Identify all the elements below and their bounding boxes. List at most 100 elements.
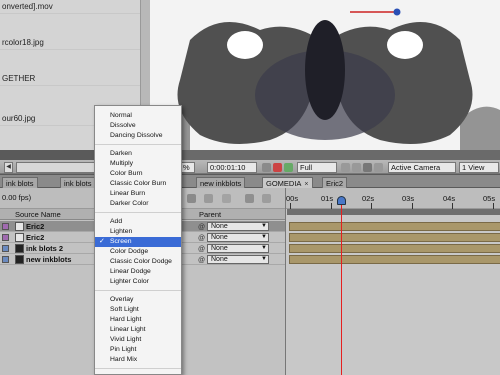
composition-viewer[interactable] [150, 0, 500, 150]
viewer-bottom-strip [150, 150, 500, 160]
layer-duration-bar[interactable] [289, 244, 500, 253]
layer-number [15, 222, 24, 231]
current-time-indicator[interactable] [337, 196, 346, 205]
menu-item-linear-burn[interactable]: Linear Burn [95, 189, 181, 199]
layer-thumbnail [15, 255, 24, 264]
ruler-label: 05s [483, 194, 496, 203]
menu-separator [95, 368, 181, 369]
view-select[interactable]: 1 View [459, 162, 499, 173]
menu-item-lighter-color[interactable]: Lighter Color [95, 277, 181, 287]
snapshot-icon[interactable] [262, 163, 271, 172]
layer-name[interactable]: new inkblots [26, 254, 71, 265]
chevron-down-icon: ▼ [261, 245, 267, 251]
menu-item-multiply[interactable]: Multiply [95, 159, 181, 169]
parent-select[interactable]: None ▼ [207, 222, 269, 231]
time-graph[interactable]: 00s 01s 02s 03s 04s 05s [285, 188, 500, 375]
label-color-swatch[interactable] [2, 223, 9, 230]
layer-name[interactable]: Eric2 [26, 221, 44, 232]
3d-icon[interactable] [374, 163, 383, 172]
ruler-label: 01s [321, 194, 334, 203]
menu-item-hard-light[interactable]: Hard Light [95, 315, 181, 325]
tab-new-inkblots[interactable]: new inkblots [196, 177, 246, 188]
project-item[interactable]: rcolor18.jpg [0, 36, 150, 50]
arrow-left-icon[interactable]: ◀ [4, 162, 13, 173]
tab-ink-blots[interactable]: ink blots [2, 177, 38, 188]
menu-item-linear-dodge[interactable]: Linear Dodge [95, 267, 181, 277]
layer-duration-bar[interactable] [289, 233, 500, 242]
parent-header[interactable]: Parent [199, 209, 221, 220]
menu-item-darken[interactable]: Darken [95, 149, 181, 159]
pickwhip-icon[interactable]: @ [198, 255, 205, 266]
camera-select[interactable]: Active Camera [388, 162, 456, 173]
parent-select[interactable]: None ▼ [207, 233, 269, 242]
menu-item-color-dodge[interactable]: Color Dodge [95, 247, 181, 257]
menu-item-darker-color[interactable]: Darker Color [95, 199, 181, 209]
inkblot-image [150, 0, 500, 150]
channel-icon[interactable] [284, 163, 293, 172]
brainstorm-icon[interactable] [245, 194, 254, 203]
layer-thumbnail [15, 244, 24, 253]
mask-icon[interactable] [363, 163, 372, 172]
chevron-down-icon: ▼ [261, 256, 267, 262]
menu-item-overlay[interactable]: Overlay [95, 295, 181, 305]
timeline-panel: 0.00 fps) Source Name Parent Eric2 @ Non… [0, 188, 500, 375]
menu-item-dancing-dissolve[interactable]: Dancing Dissolve [95, 131, 181, 141]
label-color-swatch[interactable] [2, 256, 9, 263]
timecode-display[interactable]: 0:00:01:10 [207, 162, 257, 173]
menu-item-add[interactable]: Add [95, 217, 181, 227]
tab-ink-blots-2[interactable]: ink blots [60, 177, 96, 188]
ruler-label: 03s [402, 194, 415, 203]
region-icon[interactable] [341, 163, 350, 172]
graph-editor-icon[interactable] [262, 194, 271, 203]
ruler-label: 02s [362, 194, 375, 203]
menu-separator [95, 290, 181, 291]
work-area-bar[interactable] [287, 209, 500, 215]
current-time-indicator-line[interactable] [341, 200, 342, 375]
project-item[interactable]: GETHER [0, 72, 150, 86]
menu-item-soft-light[interactable]: Soft Light [95, 305, 181, 315]
menu-item-pin-light[interactable]: Pin Light [95, 345, 181, 355]
menu-separator [95, 144, 181, 145]
source-name-header[interactable]: Source Name [15, 209, 61, 220]
menu-item-linear-light[interactable]: Linear Light [95, 325, 181, 335]
tab-eric2[interactable]: Eric2 [322, 177, 348, 188]
menu-item-lighten[interactable]: Lighten [95, 227, 181, 237]
ruler-label: 00s [286, 194, 299, 203]
timeline-tab-bar: ink blots ink blots new inkblots GOMEDIA… [0, 175, 500, 188]
checkmark-icon: ✓ [99, 238, 105, 245]
menu-separator [95, 212, 181, 213]
layer-name[interactable]: Eric2 [26, 232, 44, 243]
ruler-label: 04s [443, 194, 456, 203]
label-color-swatch[interactable] [2, 234, 9, 241]
blend-mode-menu: Normal Dissolve Dancing Dissolve Darken … [94, 105, 182, 375]
layer-duration-bar[interactable] [289, 222, 500, 231]
layer-name[interactable]: ink blots 2 [26, 243, 63, 254]
layer-duration-bar[interactable] [289, 255, 500, 264]
time-ruler[interactable]: 00s 01s 02s 03s 04s 05s [286, 188, 500, 209]
menu-item-screen[interactable]: ✓ Screen [95, 237, 181, 247]
render-icon[interactable] [187, 194, 196, 203]
menu-item-classic-color-dodge[interactable]: Classic Color Dodge [95, 257, 181, 267]
viewer-toolbar: ◀ ▶ % 0:00:01:10 Full Active Camera 1 Vi… [0, 160, 500, 174]
motion-blur-icon[interactable] [222, 194, 231, 203]
zoom-select[interactable]: % [180, 162, 195, 173]
menu-item-dissolve[interactable]: Dissolve [95, 121, 181, 131]
menu-item-hard-mix[interactable]: Hard Mix [95, 355, 181, 365]
label-color-swatch[interactable] [2, 245, 9, 252]
menu-item-color-burn[interactable]: Color Burn [95, 169, 181, 179]
project-item[interactable]: onverted].mov [0, 0, 150, 14]
menu-item-vivid-light[interactable]: Vivid Light [95, 335, 181, 345]
menu-item-classic-color-burn[interactable]: Classic Color Burn [95, 179, 181, 189]
draft-icon[interactable] [204, 194, 213, 203]
parent-select[interactable]: None ▼ [207, 244, 269, 253]
chevron-down-icon: ▼ [261, 223, 267, 229]
fps-display: 0.00 fps) [2, 193, 32, 202]
layer-number [15, 233, 24, 242]
resolution-select[interactable]: Full [297, 162, 337, 173]
grid-icon[interactable] [352, 163, 361, 172]
close-icon[interactable]: × [304, 181, 308, 188]
color-icon[interactable] [273, 163, 282, 172]
parent-select[interactable]: None ▼ [207, 255, 269, 264]
menu-item-normal[interactable]: Normal [95, 111, 181, 121]
tab-gomedia[interactable]: GOMEDIA × [262, 177, 313, 188]
